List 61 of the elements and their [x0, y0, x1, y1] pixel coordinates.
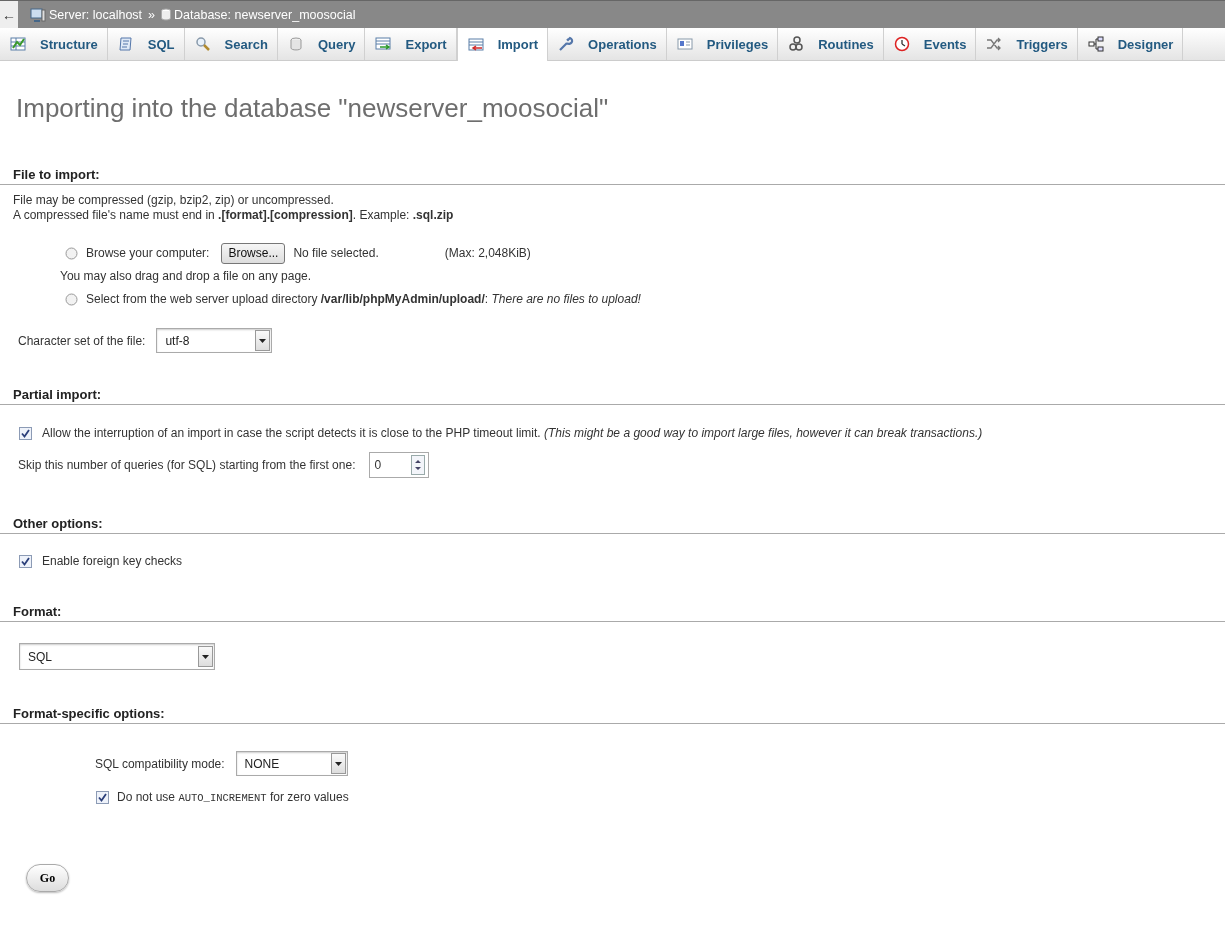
spinner-icon: [411, 455, 426, 475]
nav-tab[interactable]: Designer: [1077, 28, 1184, 60]
option-label: Select from the web server upload directory /var/lib/phpMyAdmin/upload/: There are no files to upload!: [86, 292, 641, 306]
dropdown[interactable]: SQL: [19, 643, 215, 670]
field-label: Skip this number of queries (for SQL) starting from the first one:: [18, 458, 356, 472]
page-title: Importing into the database "newserver_moosocial": [16, 93, 610, 124]
option-label: Enable foreign key checks: [42, 554, 183, 568]
breadcrumb-link[interactable]: Server: localhost: [30, 7, 143, 22]
clock-icon: [893, 36, 910, 52]
section-heading: File to import:: [13, 167, 100, 182]
cylinder-icon: [287, 36, 304, 52]
help-text: File may be compressed (gzip, bzip2, zip) or uncompressed.: [13, 193, 335, 208]
option-label: Allow the interruption of an import in case the script detects it is close to the PHP timeout limit. (This might be a good way to import large files, however it can break transactions.): [42, 426, 983, 440]
nav-tab[interactable]: Export: [365, 28, 457, 60]
section-heading: Format-specific options:: [13, 706, 165, 721]
caret-icon: [334, 761, 342, 766]
cylinder-icon: [161, 8, 172, 21]
back-button[interactable]: ←: [0, 1, 18, 28]
dropdown[interactable]: NONE: [235, 751, 348, 776]
field-label: SQL compatibility mode:: [95, 756, 225, 771]
field-label: Character set of the file:: [18, 333, 146, 348]
checkbox[interactable]: [96, 790, 109, 804]
checkbox[interactable]: [19, 554, 32, 568]
help-text: A compressed file's name must end in .[format].[compression]. Example: .sql.zip: [13, 208, 455, 223]
breadcrumb-separator: »: [148, 7, 156, 22]
dropdown[interactable]: utf-8: [156, 328, 273, 353]
computer-icon: [30, 7, 46, 22]
nav-tab[interactable]: Routines: [778, 28, 884, 60]
caret-icon: [259, 338, 267, 343]
id-card-icon: [676, 36, 693, 52]
section-heading: Other options:: [13, 516, 103, 531]
nav-tab[interactable]: Import: [456, 28, 549, 61]
help-text: You may also drag and drop a file on any page.: [60, 268, 313, 285]
diagram-icon: [1087, 36, 1104, 52]
nav-tab[interactable]: Events: [883, 28, 977, 60]
browse-button[interactable]: Browse...: [221, 242, 286, 264]
caret-icon: [202, 654, 209, 659]
field-label: Browse your computer:: [86, 246, 210, 260]
scroll-icon: [117, 36, 134, 52]
nav-tab[interactable]: Privileges: [666, 28, 779, 60]
nav-tab[interactable]: Triggers: [976, 28, 1078, 60]
section-heading: Format:: [13, 604, 62, 619]
table-icon: [10, 36, 26, 52]
breadcrumb-link[interactable]: Database: newserver_moosocial: [161, 7, 356, 22]
number-field[interactable]: 0: [369, 452, 430, 478]
go-button[interactable]: Go: [26, 864, 69, 892]
radio-button[interactable]: [65, 246, 78, 260]
nav-tab[interactable]: Search: [184, 28, 278, 60]
nav-tab[interactable]: SQL: [107, 28, 185, 60]
checkbox[interactable]: [19, 426, 32, 440]
nav-tab[interactable]: Structure: [0, 28, 108, 60]
nav-tab[interactable]: Query: [277, 28, 366, 60]
size-limit: (Max: 2,048KiB): [444, 246, 531, 260]
radio-button[interactable]: [65, 292, 78, 306]
section-heading: Partial import:: [13, 387, 102, 402]
nav-tab[interactable]: Operations: [548, 28, 667, 60]
option-label: Do not use AUTO_INCREMENT for zero values: [117, 790, 349, 804]
file-status: No file selected.: [293, 246, 379, 260]
shuffle-icon: [986, 36, 1003, 52]
wrench-icon: [558, 36, 575, 52]
search-icon: [194, 36, 211, 52]
